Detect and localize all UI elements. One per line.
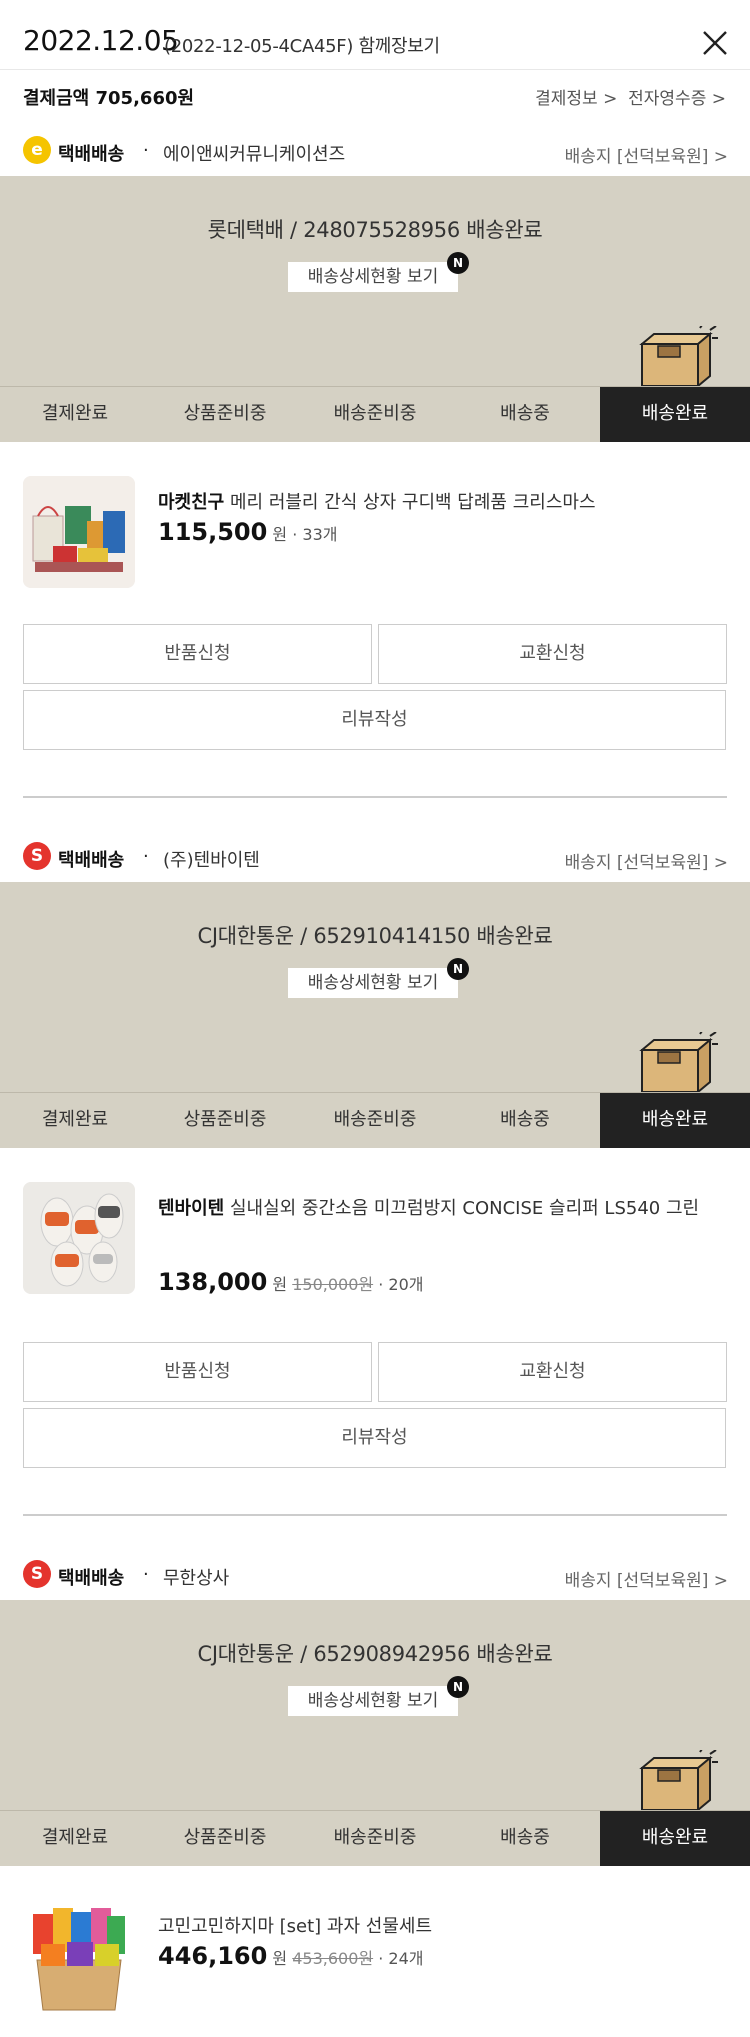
separator-dot: ·	[143, 846, 149, 867]
vendor-name: 무한상사	[163, 1568, 230, 1589]
step-in-transit: 배송중	[500, 1109, 550, 1130]
tracking-panel: 롯데택배 / 248075528956 배송완료 배송상세현황 보기 N	[0, 176, 750, 386]
step-preparing-product: 상품준비중	[183, 403, 267, 424]
delivery-steps: 결제완료 상품준비중 배송준비중 배송중 배송완료	[0, 1092, 750, 1148]
return-request-button[interactable]: 반품신청	[23, 1342, 372, 1402]
courier-tracking: 롯데택배 / 248075528956 배송완료	[207, 218, 543, 242]
shipment-block: S 택배배송 · (주)텐바이텐 배송지 [선덕보육원] > CJ대한통운 / …	[0, 834, 750, 1516]
delivery-steps: 결제완료 상품준비중 배송준비중 배송중 배송완료	[0, 386, 750, 442]
product-quantity: · 20개	[378, 1275, 424, 1294]
step-preparing-shipment: 배송준비중	[333, 403, 417, 424]
original-price: 453,600원	[292, 1949, 374, 1968]
seller-badge: e	[23, 136, 51, 164]
product-title: 메리 러블리 간식 상자 구디백 답례품 크리스마스	[224, 492, 596, 513]
shipping-type: 택배배송	[58, 1568, 125, 1589]
delivery-box-icon	[639, 1032, 718, 1092]
payment-amount: 결제금액 705,660원	[23, 88, 195, 109]
product-brand: 마켓친구	[158, 492, 225, 513]
new-badge: N	[447, 958, 469, 980]
write-review-button[interactable]: 리뷰작성	[23, 690, 726, 750]
step-payment-complete: 결제완료	[41, 1827, 109, 1848]
seller-badge: S	[23, 1560, 51, 1588]
delivery-box-icon	[639, 326, 718, 386]
seller-badge: S	[23, 842, 51, 870]
price-line: 138,000 원 150,000원 · 20개	[158, 1268, 423, 1296]
product-thumbnail[interactable]	[23, 476, 135, 588]
price-unit: 원	[272, 1949, 288, 1968]
separator-dot: ·	[143, 140, 149, 161]
original-price: 150,000원	[292, 1275, 374, 1294]
close-icon[interactable]	[702, 30, 728, 56]
price-line: 115,500 원 · 33개	[158, 518, 338, 546]
delivery-box-icon	[639, 1750, 718, 1810]
exchange-request-button[interactable]: 교환신청	[378, 1342, 727, 1402]
section-divider	[23, 796, 727, 798]
separator-dot: ·	[143, 1564, 149, 1585]
courier-tracking: CJ대한통운 / 652910414150 배송완료	[197, 924, 553, 948]
payment-info-link[interactable]: 결제정보 >	[535, 89, 617, 109]
address-link[interactable]: 배송지 [선덕보육원] >	[565, 142, 728, 167]
step-preparing-product: 상품준비중	[183, 1109, 267, 1130]
payment-summary: 결제금액 705,660원 결제정보 > 전자영수증 >	[0, 76, 750, 116]
product-quantity: · 24개	[378, 1949, 424, 1968]
shipment-block: S 택배배송 · 무한상사 배송지 [선덕보육원] > CJ대한통운 / 652…	[0, 1552, 750, 2036]
product-price: 115,500	[158, 518, 268, 546]
step-payment-complete: 결제완료	[41, 1109, 109, 1130]
tracking-panel: CJ대한통운 / 652908942956 배송완료 배송상세현황 보기 N	[0, 1600, 750, 1810]
seller-row: S 택배배송 · 무한상사 배송지 [선덕보육원] >	[0, 1552, 750, 1600]
vendor-name: 에이앤씨커뮤니케이션즈	[163, 144, 346, 165]
step-in-transit: 배송중	[500, 1827, 550, 1848]
step-delivered: 배송완료	[600, 387, 750, 442]
order-date: 2022.12.05	[23, 24, 179, 57]
step-preparing-shipment: 배송준비중	[333, 1827, 417, 1848]
address-link[interactable]: 배송지 [선덕보육원] >	[565, 1566, 728, 1591]
return-request-button[interactable]: 반품신청	[23, 624, 372, 684]
product-price: 446,160	[158, 1942, 268, 1970]
step-preparing-shipment: 배송준비중	[333, 1109, 417, 1130]
product-item[interactable]: 텐바이텐 실내실외 중간소음 미끄럼방지 CONCISE 슬리퍼 LS540 그…	[0, 1148, 750, 1338]
tracking-panel: CJ대한통운 / 652910414150 배송완료 배송상세현황 보기 N	[0, 882, 750, 1092]
price-line: 446,160 원 453,600원 · 24개	[158, 1942, 423, 1970]
receipt-link[interactable]: 전자영수증 >	[628, 89, 726, 109]
price-unit: 원	[272, 525, 288, 544]
product-name[interactable]: 텐바이텐 실내실외 중간소음 미끄럼방지 CONCISE 슬리퍼 LS540 그…	[158, 1188, 718, 1230]
product-price: 138,000	[158, 1268, 268, 1296]
product-item[interactable]: 마켓친구 메리 러블리 간식 상자 구디백 답례품 크리스마스 115,500 …	[0, 442, 750, 602]
exchange-request-button[interactable]: 교환신청	[378, 624, 727, 684]
new-badge: N	[447, 252, 469, 274]
order-header: 2022.12.05 (2022-12-05-4CA45F) 함께장보기	[0, 0, 750, 70]
product-title: 고민고민하지마 [set] 과자 선물세트	[158, 1916, 432, 1937]
product-thumbnail[interactable]	[23, 1182, 135, 1294]
payment-links: 결제정보 > 전자영수증 >	[535, 84, 726, 109]
write-review-button[interactable]: 리뷰작성	[23, 1408, 726, 1468]
seller-row: e 택배배송 · 에이앤씨커뮤니케이션즈 배송지 [선덕보육원] >	[0, 128, 750, 176]
product-quantity: · 33개	[292, 525, 338, 544]
step-in-transit: 배송중	[500, 403, 550, 424]
price-unit: 원	[272, 1275, 288, 1294]
step-delivered: 배송완료	[600, 1093, 750, 1148]
product-title: 실내실외 중간소음 미끄럼방지 CONCISE 슬리퍼 LS540 그린	[224, 1198, 700, 1219]
tracking-detail-button[interactable]: 배송상세현황 보기	[288, 968, 458, 998]
tracking-detail-button[interactable]: 배송상세현황 보기	[288, 1686, 458, 1716]
shipping-type: 택배배송	[58, 144, 125, 165]
seller-row: S 택배배송 · (주)텐바이텐 배송지 [선덕보육원] >	[0, 834, 750, 882]
section-divider	[23, 1514, 727, 1516]
step-payment-complete: 결제완료	[41, 403, 109, 424]
order-reference: (2022-12-05-4CA45F) 함께장보기	[164, 36, 440, 57]
step-preparing-product: 상품준비중	[183, 1827, 267, 1848]
product-brand: 텐바이텐	[158, 1198, 225, 1219]
new-badge: N	[447, 1676, 469, 1698]
shipping-type: 택배배송	[58, 850, 125, 871]
courier-tracking: CJ대한통운 / 652908942956 배송완료	[197, 1642, 553, 1666]
delivery-steps: 결제완료 상품준비중 배송준비중 배송중 배송완료	[0, 1810, 750, 1866]
product-thumbnail[interactable]	[23, 1900, 135, 2012]
product-item[interactable]: 고민고민하지마 [set] 과자 선물세트 446,160 원 453,600원…	[0, 1866, 750, 2036]
vendor-name: (주)텐바이텐	[163, 850, 260, 871]
step-delivered: 배송완료	[600, 1811, 750, 1866]
address-link[interactable]: 배송지 [선덕보육원] >	[565, 848, 728, 873]
tracking-detail-button[interactable]: 배송상세현황 보기	[288, 262, 458, 292]
shipment-block: e 택배배송 · 에이앤씨커뮤니케이션즈 배송지 [선덕보육원] > 롯데택배 …	[0, 128, 750, 798]
